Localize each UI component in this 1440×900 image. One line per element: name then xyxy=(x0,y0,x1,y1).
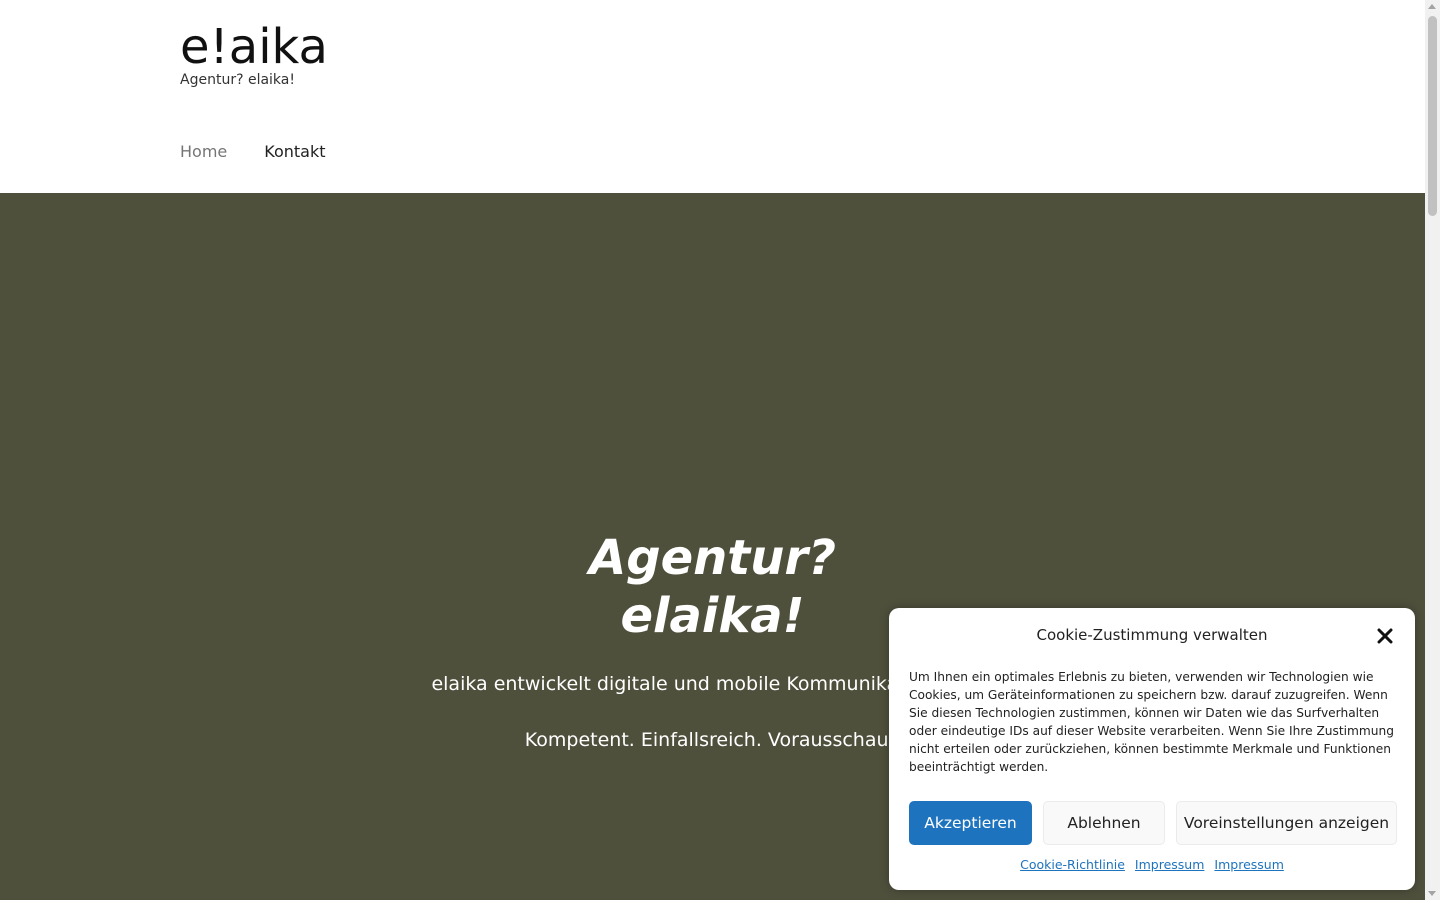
cookie-links: Cookie-Richtlinie Impressum Impressum xyxy=(889,857,1415,872)
nav-item-kontakt[interactable]: Kontakt xyxy=(264,142,325,161)
hero-title-line-1: Agentur? xyxy=(589,530,836,586)
cookie-dialog-title: Cookie-Zustimmung verwalten xyxy=(1036,626,1268,644)
scroll-down-arrow-icon[interactable] xyxy=(1428,891,1436,896)
scrollbar-thumb[interactable] xyxy=(1428,16,1437,216)
logo[interactable]: e!aika xyxy=(180,22,328,72)
cookie-consent-dialog: Cookie-Zustimmung verwalten Um Ihnen ein… xyxy=(889,608,1415,890)
logo-suffix: aika xyxy=(228,19,328,75)
site-tagline: Agentur? elaika! xyxy=(180,72,295,88)
page-scrollbar[interactable] xyxy=(1425,0,1440,900)
close-icon[interactable] xyxy=(1375,626,1395,646)
scroll-up-arrow-icon[interactable] xyxy=(1428,4,1436,9)
deny-button[interactable]: Ablehnen xyxy=(1043,801,1165,845)
accept-button[interactable]: Akzeptieren xyxy=(909,801,1032,845)
cookie-button-row: Akzeptieren Ablehnen Voreinstellungen an… xyxy=(909,801,1397,845)
logo-prefix: e xyxy=(180,19,210,75)
main-nav: Home Kontakt xyxy=(180,142,326,161)
impressum-link[interactable]: Impressum xyxy=(1135,857,1204,872)
site-header: e!aika Agentur? elaika! Home Kontakt xyxy=(0,0,1425,193)
nav-item-home[interactable]: Home xyxy=(180,142,227,161)
impressum-link-2[interactable]: Impressum xyxy=(1214,857,1283,872)
cookie-policy-link[interactable]: Cookie-Richtlinie xyxy=(1020,857,1125,872)
preferences-button[interactable]: Voreinstellungen anzeigen xyxy=(1176,801,1397,845)
page: e!aika Agentur? elaika! Home Kontakt Age… xyxy=(0,0,1440,900)
cookie-dialog-message: Um Ihnen ein optimales Erlebnis zu biete… xyxy=(909,670,1394,774)
logo-bang: ! xyxy=(209,19,229,75)
